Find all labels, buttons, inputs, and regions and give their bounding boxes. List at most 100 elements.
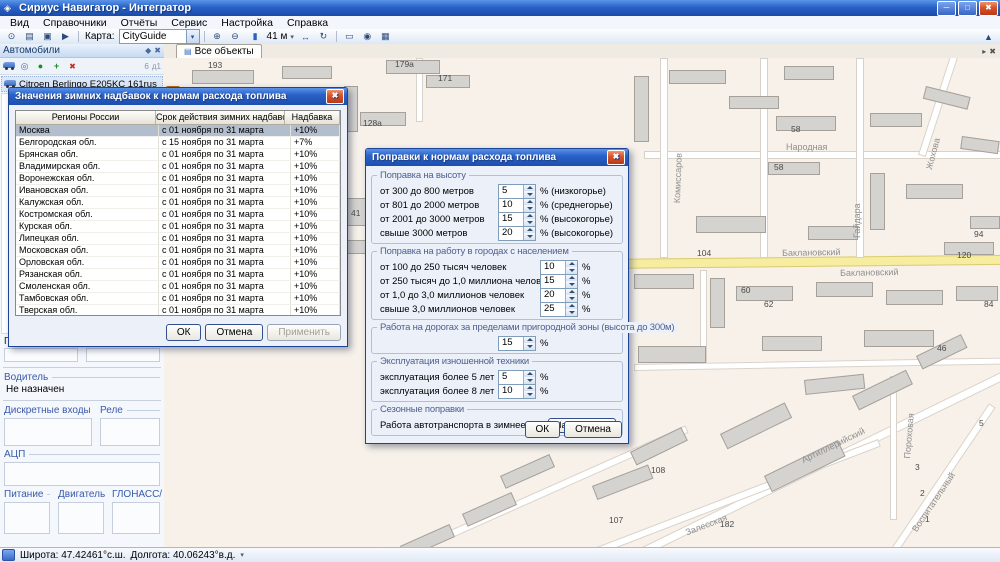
collapse-toolbar-icon[interactable]: ▲ (980, 29, 997, 44)
table-cell: Владимирская обл. (16, 161, 159, 172)
close-button[interactable]: ✖ (979, 1, 998, 16)
cancel-button[interactable]: Отмена (564, 421, 622, 438)
select-arrow-icon[interactable]: ▶ (57, 29, 74, 44)
spinner-value[interactable]: 10 (499, 199, 523, 212)
watch-vehicle-icon[interactable]: ◎ (18, 60, 31, 73)
spinner-arrows[interactable] (523, 199, 535, 212)
column-header-region[interactable]: Регионы России (16, 111, 156, 124)
chevron-down-icon[interactable]: ▾ (186, 30, 199, 43)
scale-chevron-icon[interactable]: ▾ (290, 33, 294, 41)
menu-item-Сервис[interactable]: Сервис (164, 17, 214, 29)
pan-icon[interactable]: ↔ (297, 29, 314, 44)
tab-close-icon[interactable]: ✖ (989, 47, 996, 56)
value-spinner[interactable]: 15 (540, 274, 578, 289)
spinner-value[interactable]: 15 (541, 275, 565, 288)
menu-item-Справочники[interactable]: Справочники (36, 17, 114, 29)
spinner-value[interactable]: 10 (499, 385, 523, 398)
panel-close-icon[interactable]: ✖ (154, 46, 161, 55)
spinner-value[interactable]: 5 (499, 371, 523, 384)
ruler-icon[interactable]: ▭ (341, 29, 358, 44)
menu-item-Отчёты[interactable]: Отчёты (114, 17, 165, 29)
spinner-arrows[interactable] (523, 227, 535, 240)
value-spinner[interactable]: 15 (498, 336, 536, 351)
map-building (669, 70, 726, 84)
window-title: Сириус Навигатор - Интегратор (19, 2, 191, 14)
value-spinner[interactable]: 10 (540, 260, 578, 275)
value-spinner[interactable]: 10 (498, 384, 536, 399)
zoom-out-icon[interactable]: ⊖ (227, 29, 244, 44)
spinner-arrows[interactable] (523, 337, 535, 350)
dialog-title-bar[interactable]: Поправки к нормам расхода топлива ✖ (366, 149, 628, 166)
table-row[interactable]: Тамбовская обл.с 01 ноября по 31 марта+1… (16, 293, 340, 305)
menu-item-Настройка[interactable]: Настройка (214, 17, 280, 29)
spinner-value[interactable]: 25 (541, 303, 565, 316)
ok-button[interactable]: ОК (525, 421, 561, 438)
print-icon[interactable]: ▣ (39, 29, 56, 44)
dialog-title-bar[interactable]: Значения зимних надбавок к нормам расход… (9, 88, 347, 105)
spinner-value[interactable]: 20 (499, 227, 523, 240)
spinner-value[interactable]: 10 (541, 261, 565, 274)
value-spinner[interactable]: 5 (498, 370, 536, 385)
spinner-arrows[interactable] (523, 213, 535, 226)
column-header-period[interactable]: Срок действия зимних надбавок (156, 111, 285, 124)
maximize-button[interactable]: □ (958, 1, 977, 16)
table-row[interactable]: Калужская обл.с 01 ноября по 31 марта+10… (16, 197, 340, 209)
spinner-arrows[interactable] (523, 385, 535, 398)
table-row[interactable]: Костромская обл.с 01 ноября по 31 марта+… (16, 209, 340, 221)
spinner-value[interactable]: 20 (541, 289, 565, 302)
table-row[interactable]: Смоленская обл.с 01 ноября по 31 марта+1… (16, 281, 340, 293)
menu-item-Вид[interactable]: Вид (3, 17, 36, 29)
spinner-arrows[interactable] (565, 289, 577, 302)
column-header-allowance[interactable]: Надбавка (285, 111, 340, 124)
table-row[interactable]: Тверская обл.с 01 ноября по 31 марта+10% (16, 305, 340, 316)
spinner-arrows[interactable] (523, 371, 535, 384)
search-icon[interactable]: ⊙ (3, 29, 20, 44)
title-bar[interactable]: ◈ Сириус Навигатор - Интегратор ─ □ ✖ (0, 0, 1000, 16)
value-spinner[interactable]: 20 (498, 226, 536, 241)
table-row[interactable]: Владимирская обл.с 01 ноября по 31 марта… (16, 161, 340, 173)
table-row[interactable]: Брянская обл.с 01 ноября по 31 марта+10% (16, 149, 340, 161)
table-row[interactable]: Липецкая обл.с 01 ноября по 31 марта+10% (16, 233, 340, 245)
cancel-button[interactable]: Отмена (205, 324, 263, 341)
spinner-arrows[interactable] (565, 275, 577, 288)
table-row[interactable]: Москвас 01 ноября по 31 марта+10% (16, 125, 340, 137)
value-spinner[interactable]: 10 (498, 198, 536, 213)
refresh-icon[interactable]: ↻ (315, 29, 332, 44)
table-row[interactable]: Рязанская обл.с 01 ноября по 31 марта+10… (16, 269, 340, 281)
tab-all-objects[interactable]: ▤ Все объекты (176, 44, 262, 58)
table-header-row: Регионы России Срок действия зимних надб… (16, 111, 340, 125)
chevron-down-icon[interactable]: ▾ (240, 551, 244, 559)
value-spinner[interactable]: 15 (498, 212, 536, 227)
tab-scroll-icon[interactable]: ▸ (982, 47, 986, 56)
spinner-arrows[interactable] (565, 261, 577, 274)
layers-icon[interactable]: ▤ (21, 29, 38, 44)
table-row[interactable]: Воронежская обл.с 01 ноября по 31 марта+… (16, 173, 340, 185)
spinner-value[interactable]: 15 (499, 337, 523, 350)
table-row[interactable]: Белгородская обл.с 15 ноября по 31 марта… (16, 137, 340, 149)
table-row[interactable]: Московская обл.с 01 ноября по 31 марта+1… (16, 245, 340, 257)
dialog-close-icon[interactable]: ✖ (326, 89, 344, 104)
map-source-select[interactable]: CityGuide ▾ (119, 29, 200, 44)
add-vehicle-icon[interactable]: + (50, 60, 63, 73)
glonass-title: ГЛОНАСС/GPS (110, 488, 162, 501)
grid-icon[interactable]: ▦ (377, 29, 394, 44)
table-row[interactable]: Ивановская обл.с 01 ноября по 31 марта+1… (16, 185, 340, 197)
value-spinner[interactable]: 5 (498, 184, 536, 199)
spinner-value[interactable]: 5 (499, 185, 523, 198)
zoom-in-icon[interactable]: ⊕ (209, 29, 226, 44)
value-spinner[interactable]: 20 (540, 288, 578, 303)
marker-icon[interactable]: ◉ (359, 29, 376, 44)
pin-icon[interactable]: ◆ (145, 46, 151, 55)
value-spinner[interactable]: 25 (540, 302, 578, 317)
remove-vehicle-icon[interactable]: ✖ (66, 60, 79, 73)
spinner-arrows[interactable] (523, 185, 535, 198)
dialog-close-icon[interactable]: ✖ (607, 150, 625, 165)
minimize-button[interactable]: ─ (937, 1, 956, 16)
track-icon[interactable]: ● (34, 60, 47, 73)
menu-item-Справка[interactable]: Справка (280, 17, 335, 29)
spinner-arrows[interactable] (565, 303, 577, 316)
spinner-value[interactable]: 15 (499, 213, 523, 226)
table-row[interactable]: Курская обл.с 01 ноября по 31 марта+10% (16, 221, 340, 233)
table-row[interactable]: Орловская обл.с 01 ноября по 31 марта+10… (16, 257, 340, 269)
ok-button[interactable]: ОК (166, 324, 202, 341)
